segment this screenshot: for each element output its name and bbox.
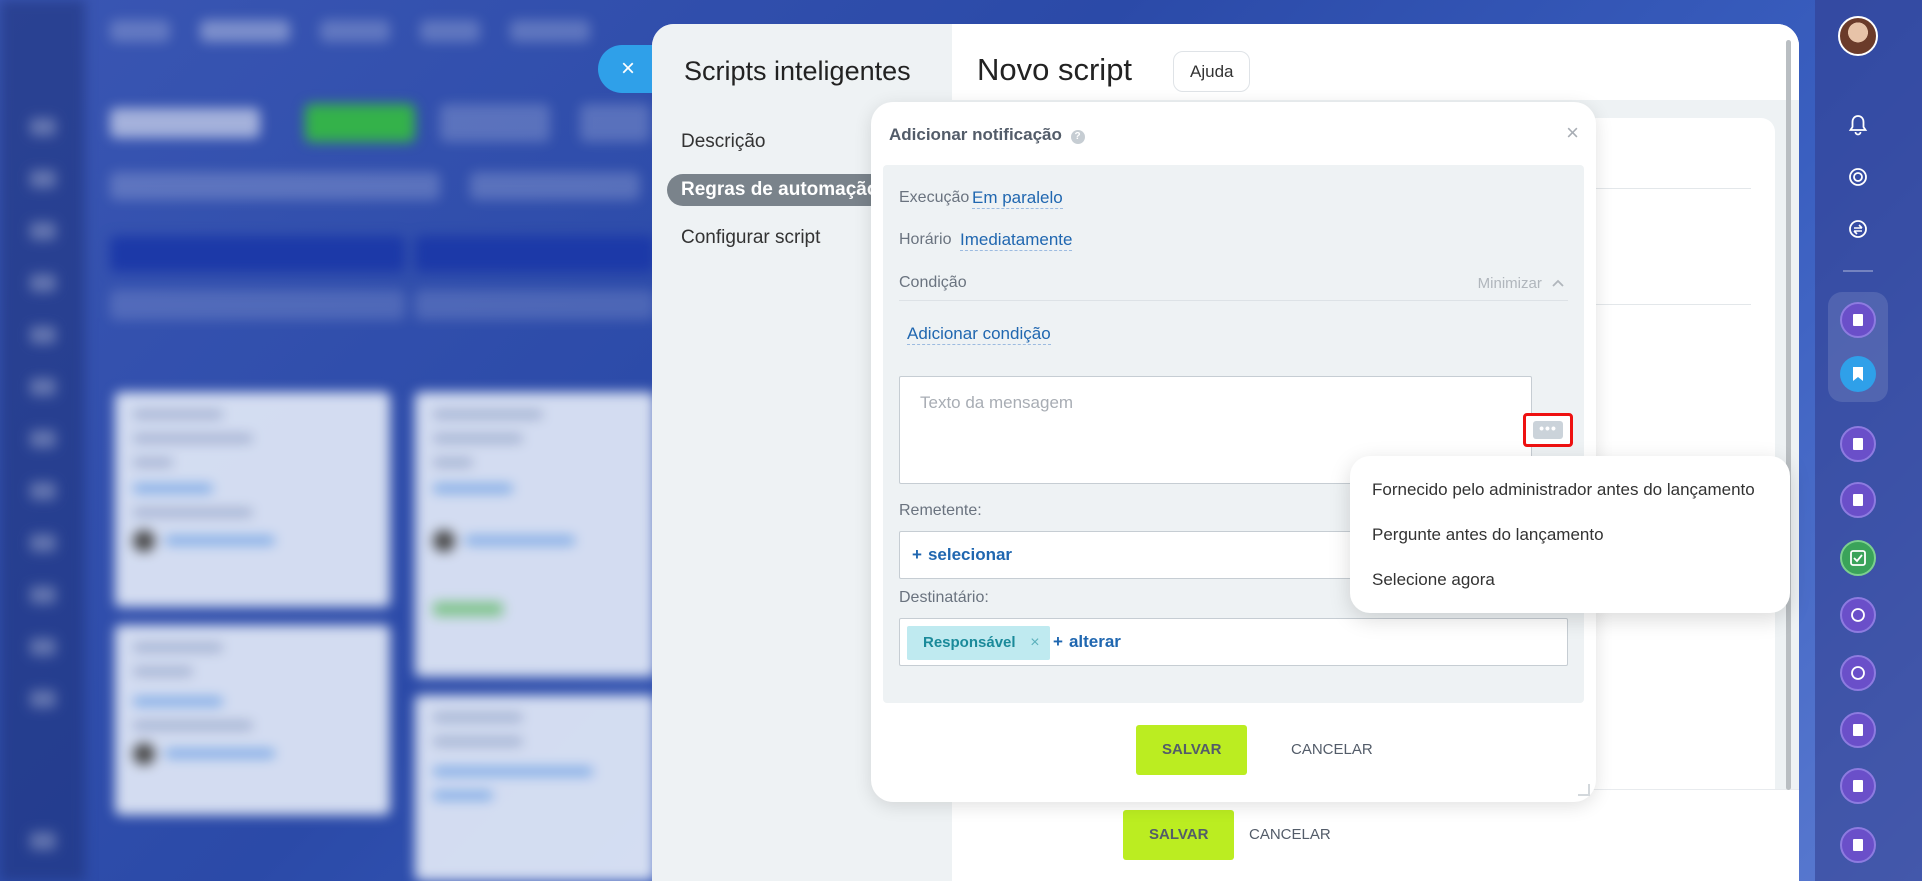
chevron-up-icon: [1552, 279, 1564, 287]
add-condition-link[interactable]: Adicionar condição: [907, 324, 1051, 345]
dialog-title-text: Adicionar notificação: [889, 125, 1062, 144]
task-check-icon[interactable]: [1840, 540, 1876, 576]
right-sidebar: [1815, 0, 1922, 881]
close-slider-button[interactable]: ×: [598, 45, 654, 93]
menu-item-select-now[interactable]: Selecione agora: [1350, 557, 1790, 602]
chat-icon[interactable]: [1840, 597, 1876, 633]
recipient-tag-label: Responsável: [923, 634, 1016, 651]
slider-footer: SALVAR CANCELAR: [952, 789, 1799, 881]
menu-item-provided-by-admin[interactable]: Fornecido pelo administrador antes do la…: [1350, 467, 1790, 512]
plus-icon: +: [912, 545, 922, 564]
user-avatar[interactable]: [1838, 16, 1878, 56]
change-recipient-label: alterar: [1068, 632, 1121, 651]
slider-title: Scripts inteligentes: [684, 56, 911, 86]
slider-cancel-button[interactable]: CANCELAR: [1249, 810, 1331, 860]
slider-header: Novo script Ajuda: [952, 24, 1799, 100]
chat-icon[interactable]: [1840, 655, 1876, 691]
recipient-tag: Responsável ×: [907, 626, 1050, 660]
activity-icon[interactable]: [1840, 159, 1876, 195]
sync-icon[interactable]: [1840, 211, 1876, 247]
menu-item-ask-before-launch[interactable]: Pergunte antes do lançamento: [1350, 512, 1790, 557]
contact-icon[interactable]: [1840, 482, 1876, 518]
condition-label: Condição: [899, 274, 967, 291]
insert-value-menu: Fornecido pelo administrador antes do la…: [1350, 456, 1790, 613]
add-notification-dialog: Adicionar notificação ? × Execução Em pa…: [871, 102, 1596, 802]
recipient-field[interactable]: Responsável × + alterar: [899, 618, 1568, 666]
help-button[interactable]: Ajuda: [1173, 51, 1251, 92]
sender-label: Remetente:: [899, 502, 982, 519]
dialog-save-button[interactable]: SALVAR: [1136, 725, 1248, 775]
plus-icon: +: [1053, 632, 1063, 651]
dialog-body: Execução Em paralelo Horário Imediatamen…: [883, 165, 1584, 703]
nav-item-description[interactable]: Descrição: [667, 126, 779, 158]
contact-icon[interactable]: [1840, 712, 1876, 748]
select-sender-link[interactable]: + selecionar: [912, 545, 1012, 565]
dialog-cancel-button[interactable]: CANCELAR: [1291, 725, 1373, 775]
select-sender-label: selecionar: [927, 545, 1013, 564]
insert-value-button[interactable]: •••: [1523, 413, 1573, 447]
minimize-toggle[interactable]: Minimizar: [1478, 275, 1564, 292]
more-dots-icon: •••: [1533, 421, 1563, 439]
nav-item-configure-script[interactable]: Configurar script: [667, 222, 834, 254]
recipient-label: Destinatário:: [899, 589, 989, 606]
page-title: Novo script: [977, 52, 1133, 87]
execution-label: Execução: [899, 189, 970, 206]
contact-icon[interactable]: [1840, 768, 1876, 804]
contact-icon[interactable]: [1840, 426, 1876, 462]
bookmark-icon[interactable]: [1840, 356, 1876, 392]
schedule-label: Horário: [899, 231, 952, 248]
close-icon: ×: [620, 55, 635, 82]
scrollbar[interactable]: [1786, 40, 1791, 790]
schedule-link[interactable]: Imediatamente: [960, 230, 1073, 251]
slider-save-button[interactable]: SALVAR: [1123, 810, 1235, 860]
remove-tag-icon[interactable]: ×: [1030, 626, 1039, 660]
close-icon[interactable]: ×: [1566, 120, 1579, 146]
bell-icon[interactable]: [1840, 107, 1876, 143]
execution-mode-link[interactable]: Em paralelo: [972, 188, 1063, 209]
minimize-label: Minimizar: [1477, 275, 1542, 292]
contact-icon[interactable]: [1840, 302, 1876, 338]
message-input[interactable]: [920, 393, 1480, 413]
change-recipient-link[interactable]: + alterar: [1053, 632, 1121, 652]
bg-left-menu: [0, 0, 85, 881]
contact-icon[interactable]: [1840, 827, 1876, 863]
dialog-title: Adicionar notificação ?: [889, 125, 1085, 145]
resize-handle[interactable]: [1578, 784, 1590, 796]
nav-item-automation-rules[interactable]: Regras de automação: [667, 174, 893, 206]
help-icon[interactable]: ?: [1070, 130, 1085, 144]
